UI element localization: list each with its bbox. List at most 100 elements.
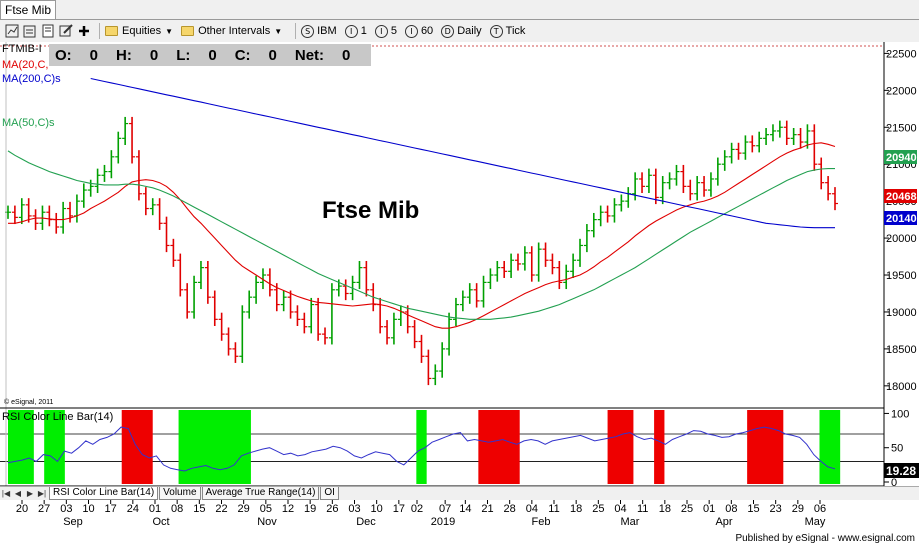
other-intervals-dropdown[interactable]: Other Intervals ▼	[181, 25, 282, 37]
rsi-zone-red	[747, 410, 784, 484]
month-label: May	[805, 516, 826, 528]
new-chart-icon[interactable]	[22, 23, 38, 39]
net-value: 0	[342, 46, 351, 64]
interval-i-icon: I	[374, 24, 388, 38]
chevron-down-icon: ▼	[274, 26, 283, 36]
date-tick-label: 05	[260, 503, 272, 515]
date-tick-label: 27	[38, 503, 50, 515]
chevron-down-icon: ▼	[165, 26, 174, 36]
date-tick-label: 12	[282, 503, 294, 515]
date-tick-label: 29	[238, 503, 250, 515]
month-label: Dec	[356, 516, 376, 528]
date-tick-label: 15	[747, 503, 759, 515]
date-tick-label: 01	[703, 503, 715, 515]
toolbar: Equities ▼ Other Intervals ▼ S IBM I 1 I…	[0, 20, 919, 42]
ma200-badge-text: 20140	[886, 213, 917, 225]
rsi-zone-red	[478, 410, 520, 484]
interval-daily-button[interactable]: D Daily	[441, 24, 482, 38]
ibm-label: IBM	[317, 25, 337, 37]
low-value: 0	[208, 46, 217, 64]
date-tick-label: 17	[105, 503, 117, 515]
tab-atr[interactable]: Average True Range(14)	[201, 487, 320, 500]
interval-tick-button[interactable]: T Tick	[489, 24, 525, 38]
date-tick-label: 21	[481, 503, 493, 515]
interval-60-label: 60	[420, 25, 434, 37]
symbol-ibm-button[interactable]: S IBM	[301, 24, 337, 38]
ma20-legend: MA(20,C,	[2, 59, 48, 71]
chart-area[interactable]: 1800018500190001950020000205002100021500…	[0, 42, 919, 545]
publisher-footer: Published by eSignal - www.esignal.com	[735, 533, 915, 544]
date-tick-label: 15	[193, 503, 205, 515]
equities-dropdown[interactable]: Equities ▼	[105, 25, 173, 37]
date-tick-label: 07	[439, 503, 451, 515]
last-tab-icon[interactable]: ▶|	[36, 487, 48, 500]
rsi-zone-red	[654, 410, 665, 484]
add-icon[interactable]	[76, 23, 92, 39]
ohlc-readout: O: 0 H: 0 L: 0 C: 0 Net: 0	[49, 44, 371, 66]
tab-oi[interactable]: OI	[320, 487, 339, 500]
folder-icon	[181, 26, 195, 36]
first-tab-icon[interactable]: |◀	[0, 487, 12, 500]
price-tick-label: 19500	[886, 270, 917, 282]
last-price-badge-text: 20468	[886, 191, 917, 203]
date-tick-label: 17	[393, 503, 405, 515]
month-label: Nov	[257, 516, 277, 528]
date-tick-label: 06	[814, 503, 826, 515]
date-tick-label: 18	[659, 503, 671, 515]
interval-d-icon: D	[441, 24, 455, 38]
close-value: 0	[268, 46, 277, 64]
date-tick-label: 04	[526, 503, 538, 515]
low-label: L:	[176, 46, 191, 64]
date-tick-label: 25	[592, 503, 604, 515]
date-tick-label: 02	[411, 503, 423, 515]
interval-5-button[interactable]: I 5	[374, 24, 397, 38]
net-label: Net:	[294, 46, 325, 64]
window-title-tab[interactable]: Ftse Mib	[0, 0, 56, 20]
rsi-badge-text: 19.28	[886, 464, 916, 478]
month-label: Mar	[621, 516, 640, 528]
date-tick-label: 03	[348, 503, 360, 515]
month-label: 2019	[431, 516, 455, 528]
tab-rsi[interactable]: RSI Color Line Bar(14)	[49, 487, 159, 500]
month-label: Feb	[532, 516, 551, 528]
date-tick-label: 29	[792, 503, 804, 515]
toolbar-separator	[295, 23, 297, 39]
open-label: O:	[55, 46, 72, 64]
indicator-tabbar: |◀ ◀ ▶ ▶| RSI Color Line Bar(14) Volume …	[0, 486, 919, 500]
date-tick-label: 08	[725, 503, 737, 515]
rsi-tick-label: 100	[891, 408, 909, 420]
interval-s-icon: S	[301, 24, 315, 38]
next-tab-icon[interactable]: ▶	[24, 487, 36, 500]
equities-label: Equities	[122, 25, 162, 37]
chart-icon[interactable]	[4, 23, 20, 39]
interval-60-button[interactable]: I 60	[404, 24, 434, 38]
date-tick-label: 01	[149, 503, 161, 515]
page-icon[interactable]	[40, 23, 56, 39]
chart-svg[interactable]: 1800018500190001950020000205002100021500…	[0, 42, 919, 545]
date-tick-label: 28	[504, 503, 516, 515]
month-label: Sep	[63, 516, 83, 528]
month-label: Apr	[715, 516, 732, 528]
interval-1-button[interactable]: I 1	[344, 24, 367, 38]
tab-volume[interactable]: Volume	[159, 487, 201, 500]
high-value: 0	[149, 46, 159, 64]
date-tick-label: 04	[614, 503, 626, 515]
date-tick-label: 14	[459, 503, 471, 515]
price-tick-label: 20000	[886, 233, 917, 245]
date-tick-label: 11	[637, 503, 648, 515]
date-tick-label: 22	[215, 503, 227, 515]
date-tick-label: 25	[681, 503, 693, 515]
interval-daily-label: Daily	[457, 25, 482, 37]
price-tick-label: 22500	[886, 48, 917, 60]
folder-icon	[105, 26, 118, 36]
price-tick-label: 22000	[886, 85, 917, 97]
edit-icon[interactable]	[58, 23, 74, 39]
toolbar-separator	[99, 23, 100, 39]
rsi-label: RSI Color Line Bar(14)	[2, 411, 113, 423]
symbol-label: FTMIB-I	[2, 43, 42, 55]
interval-1-label: 1	[360, 25, 367, 37]
prev-tab-icon[interactable]: ◀	[12, 487, 24, 500]
date-tick-label: 10	[371, 503, 383, 515]
date-tick-label: 11	[548, 503, 559, 515]
esignal-watermark: © eSignal, 2011	[4, 398, 54, 406]
